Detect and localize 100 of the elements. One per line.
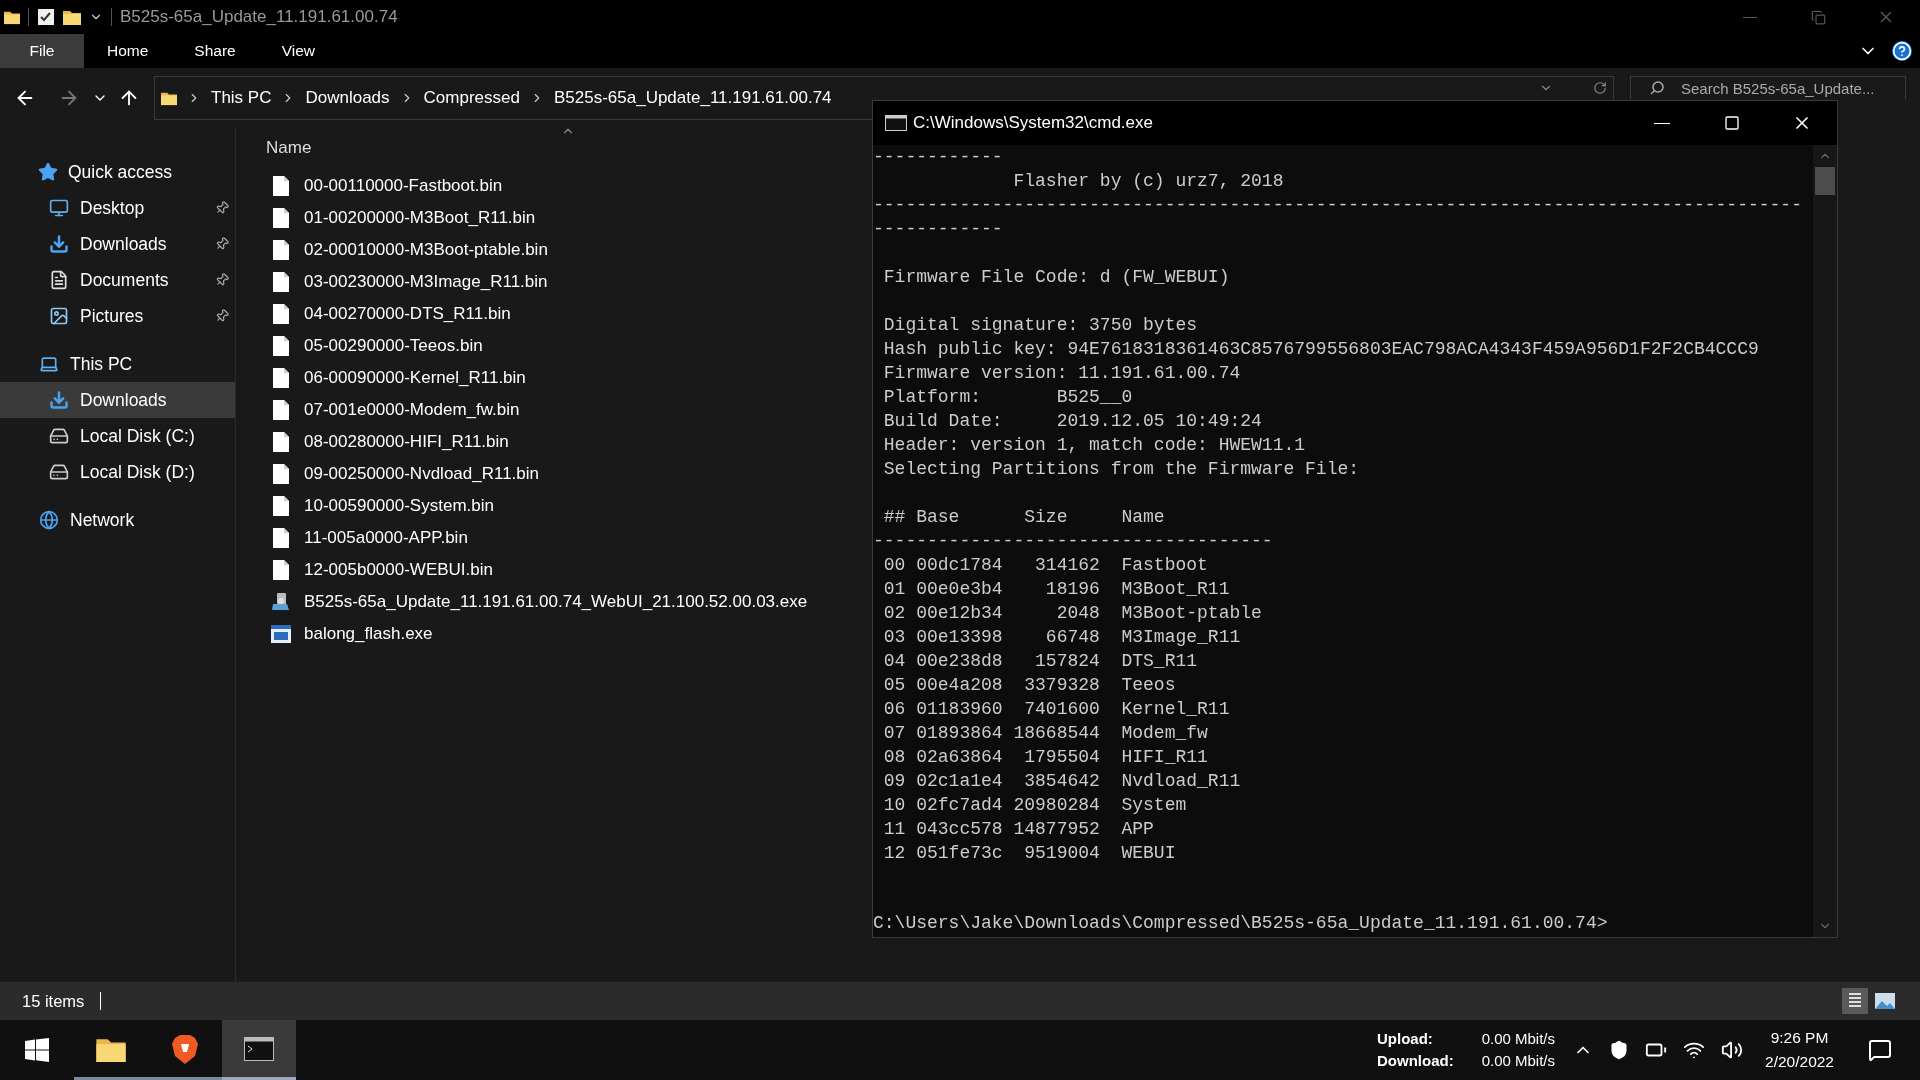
network-icon [38,510,60,530]
restore-icon [1810,9,1826,25]
file-name[interactable]: B525s-65a_Update_11.191.61.00.74_WebUI_21.100.52.00.03.exe [304,589,808,615]
column-header[interactable]: Name [266,128,566,168]
shield-icon[interactable] [1609,1040,1630,1060]
console-line: 08 02a63864 1795504 HIFI_R11 [882,746,1208,769]
file-name[interactable]: 12-005b0000-WEBUI.bin [304,557,493,583]
upload-speed: 0.00 Mbit/s [1481,1029,1556,1049]
file-name[interactable]: 04-00270000-DTS_R11.bin [304,301,511,327]
search-field[interactable]: Search B525s-65a_Update... [1630,76,1906,99]
ribbon-tab[interactable]: View [261,34,336,68]
breadcrumb[interactable]: Compressed [423,85,520,111]
nav-item[interactable]: Local Disk (D:) [0,454,235,490]
help-icon[interactable] [1892,41,1912,61]
lion-shield-icon [172,1033,198,1064]
maximize-icon [1724,115,1740,131]
console-line: -------------------------------------------------------------------------------------- [873,194,1802,217]
taskbar-app[interactable] [222,1020,296,1080]
console-line: ## Base Size Name [882,506,1165,529]
file-name[interactable]: 08-00280000-HIFI_R11.bin [304,429,509,455]
console-line: Digital signature: 3750 bytes [882,314,1198,337]
console-line: Selecting Partitions from the Firmware File: [882,458,1360,481]
file-name[interactable]: 02-00010000-M3Boot-ptable.bin [304,237,548,263]
clock[interactable]: 9:26 PM 2/20/2022 [1765,1026,1834,1074]
item-count: 15 items [22,990,85,1012]
nav-item[interactable]: This PC [0,346,235,382]
nav-item[interactable]: Downloads [0,226,235,262]
console-line: 05 00e4a208 3379328 Teeos [882,674,1176,697]
file-name[interactable]: 01-00200000-M3Boot_R11.bin [304,205,536,231]
console-line: 12 051fe73c 9519004 WEBUI [882,842,1176,865]
volume-icon[interactable] [1721,1039,1744,1061]
console-line: 06 01183960 7401600 Kernel_R11 [882,698,1230,721]
file-icon [273,272,289,292]
breadcrumb[interactable]: Downloads [305,85,390,111]
console-icon [885,115,907,131]
nav-item[interactable]: Local Disk (C:) [0,418,235,454]
console-line: Platform: B525__0 [882,386,1133,409]
notifications-icon[interactable] [1868,1038,1892,1062]
download-speed: 0.00 Mbit/s [1481,1051,1556,1071]
console-line: 02 00e12b34 2048 M3Boot-ptable [882,602,1262,625]
nav-item[interactable]: Downloads [0,382,235,418]
nav-item[interactable]: Pictures [0,298,235,334]
file-icon [273,336,289,356]
file-name[interactable]: 11-005a0000-APP.bin [304,525,468,551]
details-view-button[interactable] [1842,988,1868,1014]
ribbon-tab[interactable]: File [0,34,84,68]
file-icon [273,400,289,420]
file-name[interactable]: 09-00250000-Nvdload_R11.bin [304,461,540,487]
console-line: Firmware File Code: d (FW_WEBUI) [882,266,1230,289]
console-line: Header: version 1, match code: HWEW11.1 [882,434,1306,457]
console-line: 00 00dc1784 314162 Fastboot [882,554,1208,577]
console-line: Firmware version: 11.191.61.00.74 [882,362,1241,385]
start-icon[interactable] [25,1038,49,1062]
nav-item[interactable]: Documents [0,262,235,298]
terminal-icon [244,1036,274,1061]
console-line: 01 00e0e3b4 18196 M3Boot_R11 [882,578,1230,601]
scrollbar[interactable] [1813,145,1837,937]
star-icon [38,162,58,182]
search-icon [1650,81,1664,95]
file-name[interactable]: 05-00290000-Teeos.bin [304,333,483,359]
desktop-icon [48,198,70,218]
ribbon-tab[interactable]: Home [87,34,169,68]
ribbon-tab[interactable]: Share [174,34,256,68]
breadcrumb[interactable]: B525s-65a_Update_11.191.61.00.74 [553,85,832,111]
file-icon [273,240,289,260]
console-line: 09 02c1a1e4 3854642 Nvdload_R11 [882,770,1241,793]
scroll-thumb[interactable] [1815,167,1835,195]
file-name[interactable]: 06-00090000-Kernel_R11.bin [304,365,526,391]
file-name[interactable]: 10-00590000-System.bin [304,493,494,519]
refresh-icon[interactable] [1593,81,1607,95]
window-title: B525s-65a_Update_11.191.61.00.74 [120,6,398,29]
minimize-icon [1654,122,1670,124]
file-icon [273,304,289,324]
computer-icon [38,354,60,374]
command-prompt[interactable]: C:\Users\Jake\Downloads\Compressed\B525s-65a_Update_11.191.61.00.74> [873,911,1608,935]
program-icon [271,625,291,643]
console-line: 04 00e238d8 157824 DTS_R11 [882,650,1198,673]
console-line: 07 01893864 18668544 Modem_fw [882,722,1208,745]
console-line: 03 00e13398 66748 M3Image_R11 [882,626,1241,649]
file-name[interactable]: 03-00230000-M3Image_R11.bin [304,269,548,295]
file-icon [273,528,289,548]
file-icon [273,560,289,580]
breadcrumb[interactable]: This PC [211,85,272,111]
file-name[interactable]: 07-001e0000-Modem_fw.bin [304,397,520,423]
details-list-icon [1848,992,1862,1010]
file-icon [273,176,289,196]
download-label: Download: [1377,1051,1454,1071]
folder-icon [63,8,81,26]
file-icon [273,464,289,484]
pictures-icon [48,306,70,326]
file-icon [273,496,289,516]
file-name[interactable]: 00-00110000-Fastboot.bin [304,173,503,199]
console-line: ------------------------------------- [873,530,1273,553]
console-line: Build Date: 2019.12.05 10:49:24 [882,410,1262,433]
checklist-icon[interactable] [37,8,55,26]
nav-item[interactable]: Network [0,502,235,538]
file-name[interactable]: balong_flash.exe [304,621,433,647]
installer-icon [271,592,291,612]
nav-item[interactable]: Desktop [0,190,235,226]
nav-item[interactable]: Quick access [0,154,235,190]
